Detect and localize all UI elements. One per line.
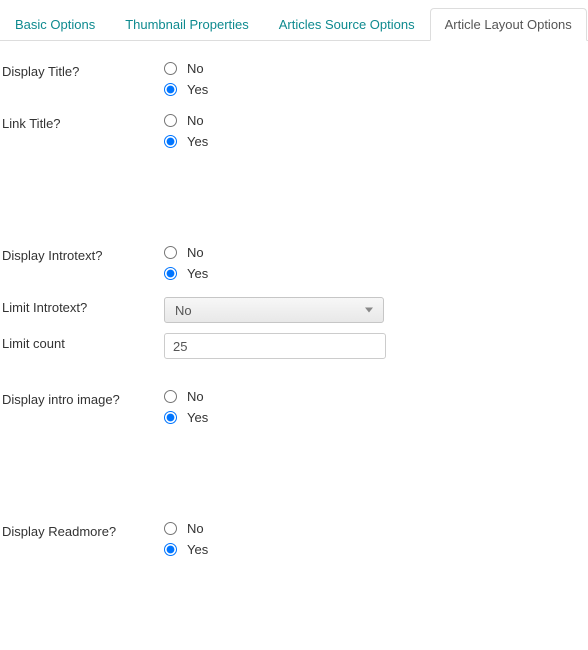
tab-thumbnail-properties[interactable]: Thumbnail Properties	[110, 8, 264, 41]
label-limit-count: Limit count	[2, 333, 164, 351]
radio-display-intro-image-no[interactable]	[164, 390, 177, 403]
radio-label: No	[187, 245, 204, 260]
label-display-intro-image: Display intro image?	[2, 389, 164, 407]
radio-display-readmore-no[interactable]	[164, 522, 177, 535]
radio-label: Yes	[187, 82, 208, 97]
radio-label: No	[187, 389, 204, 404]
form-article-layout: Display Title? No Yes Link Title? No Yes	[0, 41, 588, 593]
radio-display-readmore-yes[interactable]	[164, 543, 177, 556]
label-display-introtext: Display Introtext?	[2, 245, 164, 263]
field-limit-introtext: Limit Introtext? No	[2, 297, 586, 323]
field-limit-count: Limit count	[2, 333, 586, 359]
radio-label: Yes	[187, 410, 208, 425]
radio-link-title-yes[interactable]	[164, 135, 177, 148]
label-link-title: Link Title?	[2, 113, 164, 131]
tabs-bar: Basic Options Thumbnail Properties Artic…	[0, 0, 588, 41]
radio-display-title-yes[interactable]	[164, 83, 177, 96]
select-value: No	[175, 303, 192, 318]
radio-display-introtext-yes[interactable]	[164, 267, 177, 280]
tab-articles-source-options[interactable]: Articles Source Options	[264, 8, 430, 41]
field-display-introtext: Display Introtext? No Yes	[2, 245, 586, 287]
field-display-intro-image: Display intro image? No Yes	[2, 389, 586, 431]
field-link-title: Link Title? No Yes	[2, 113, 586, 155]
field-display-readmore: Display Readmore? No Yes	[2, 521, 586, 563]
radio-label: Yes	[187, 266, 208, 281]
label-display-readmore: Display Readmore?	[2, 521, 164, 539]
radio-label: Yes	[187, 134, 208, 149]
radio-label: Yes	[187, 542, 208, 557]
tab-basic-options[interactable]: Basic Options	[0, 8, 110, 41]
input-limit-count[interactable]	[164, 333, 386, 359]
radio-display-intro-image-yes[interactable]	[164, 411, 177, 424]
radio-display-title-no[interactable]	[164, 62, 177, 75]
radio-display-introtext-no[interactable]	[164, 246, 177, 259]
radio-label: No	[187, 61, 204, 76]
radio-label: No	[187, 521, 204, 536]
label-display-title: Display Title?	[2, 61, 164, 79]
label-limit-introtext: Limit Introtext?	[2, 297, 164, 315]
tab-article-layout-options[interactable]: Article Layout Options	[430, 8, 587, 41]
select-limit-introtext[interactable]: No	[164, 297, 384, 323]
radio-link-title-no[interactable]	[164, 114, 177, 127]
radio-label: No	[187, 113, 204, 128]
field-display-title: Display Title? No Yes	[2, 61, 586, 103]
chevron-down-icon	[365, 308, 373, 313]
